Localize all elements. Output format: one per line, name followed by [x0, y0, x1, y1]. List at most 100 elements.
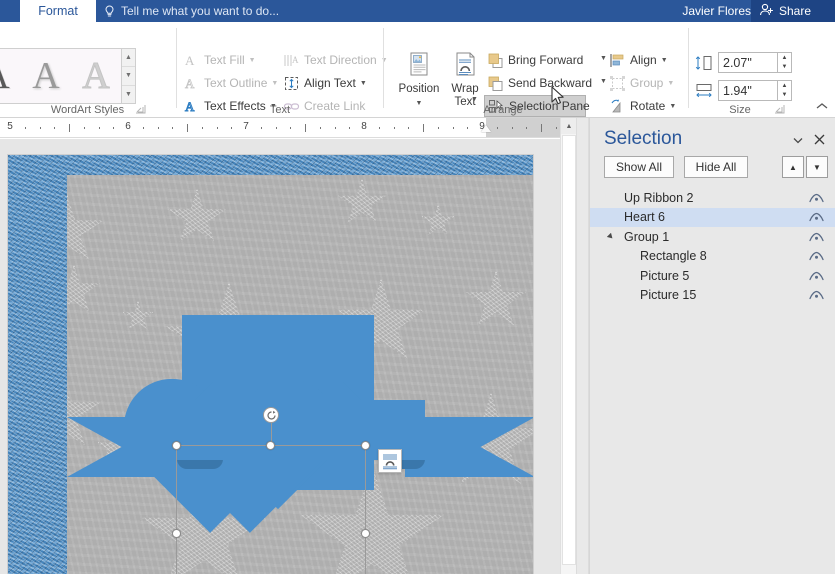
vertical-scrollbar[interactable]: ▲ [560, 118, 576, 574]
text-direction-button[interactable]: A Text Direction ▼ [280, 49, 391, 71]
visibility-eye-icon[interactable] [808, 289, 824, 301]
spinner-down-icon[interactable]: ▼ [778, 63, 791, 73]
left-indent-marker[interactable] [481, 125, 491, 132]
group-label-arrange: Arrange [388, 104, 618, 116]
align-text-button[interactable]: Align Text ▼ [280, 72, 370, 94]
wordart-dialog-launcher[interactable] [135, 104, 146, 115]
layout-options-icon[interactable] [378, 449, 402, 473]
move-down-button[interactable]: ▼ [806, 156, 828, 178]
shape-width-spinner[interactable]: ▲ ▼ [778, 80, 792, 101]
wordart-gallery-more-icon[interactable]: ▼ [122, 86, 135, 103]
ruler-number: 5 [7, 121, 13, 132]
text-outline-icon: A [183, 75, 200, 92]
chevron-down-icon: ▼ [249, 57, 256, 64]
shape-height-field[interactable]: 2.07" ▲ ▼ [694, 52, 792, 73]
expand-collapse-icon[interactable] [606, 232, 616, 242]
spinner-up-icon[interactable]: ▲ [778, 81, 791, 91]
position-button[interactable]: Position ▼ [394, 48, 444, 110]
align-button[interactable]: Align ▼ [606, 49, 671, 71]
bring-forward-button[interactable]: Bring Forward [484, 49, 586, 71]
ribbon-group-size: 2.07" ▲ ▼ 1.94" ▲ ▼ Siz [692, 22, 802, 118]
ruler-number: 8 [361, 121, 367, 132]
chevron-down-icon[interactable] [791, 133, 805, 147]
move-up-button[interactable]: ▲ [782, 156, 804, 178]
wordart-scroll-up-icon[interactable]: ▲ [122, 49, 135, 67]
user-name[interactable]: Javier Flores [682, 0, 751, 22]
collapse-ribbon-button[interactable] [815, 99, 829, 113]
document-page[interactable] [8, 155, 533, 574]
visibility-eye-icon[interactable] [808, 250, 824, 262]
selection-frame [176, 445, 366, 574]
rotate-label: Rotate [630, 99, 665, 113]
group-separator-3 [688, 28, 689, 108]
pane-splitter[interactable] [576, 118, 589, 574]
tab-format[interactable]: Format [20, 0, 96, 22]
star-decoration [337, 179, 387, 227]
document-canvas[interactable] [0, 139, 589, 574]
text-outline-button[interactable]: A Text Outline ▼ [180, 72, 281, 94]
selection-pane-item[interactable]: Picture 15 [590, 286, 835, 306]
rotate-handle[interactable] [263, 407, 279, 423]
wordart-scroll-down-icon[interactable]: ▼ [122, 67, 135, 85]
selection-pane-item[interactable]: Rectangle 8 [590, 247, 835, 267]
resize-handle-middle-left[interactable] [172, 529, 181, 538]
svg-text:A: A [292, 55, 299, 65]
selection-pane-item-label: Picture 15 [640, 288, 696, 302]
size-dialog-launcher[interactable] [774, 104, 785, 115]
align-text-icon [283, 75, 300, 92]
selection-pane-item[interactable]: Group 1 [590, 227, 835, 247]
show-all-button[interactable]: Show All [604, 156, 674, 178]
text-fill-button[interactable]: A Text Fill ▼ [180, 49, 259, 71]
spinner-up-icon[interactable]: ▲ [778, 53, 791, 63]
ruler-tick [379, 127, 380, 129]
spinner-down-icon[interactable]: ▼ [778, 91, 791, 101]
scrollbar-thumb[interactable] [562, 135, 576, 565]
resize-handle-top-left[interactable] [172, 441, 181, 450]
ruler-tick [541, 124, 542, 132]
ruler-tick [202, 127, 203, 129]
ruler-tick [231, 127, 232, 129]
tell-me-search[interactable]: Tell me what you want to do... [104, 0, 279, 22]
user-name-label: Javier Flores [682, 4, 751, 18]
resize-handle-middle-right[interactable] [361, 529, 370, 538]
chevron-down-icon: ▼ [360, 80, 367, 87]
hide-all-button[interactable]: Hide All [684, 156, 748, 178]
resize-handle-top-right[interactable] [361, 441, 370, 450]
wordart-gallery[interactable]: A A A [0, 48, 122, 104]
wordart-sample-2[interactable]: A [21, 49, 71, 103]
selection-pane-list[interactable]: Up Ribbon 2 Heart 6 Group 1 Rectangle 8 … [590, 188, 835, 305]
horizontal-ruler[interactable]: 56789 [0, 118, 589, 138]
selection-pane-item[interactable]: Heart 6 [590, 208, 835, 228]
shape-height-spinner[interactable]: ▲ ▼ [778, 52, 792, 73]
visibility-eye-icon[interactable] [808, 270, 824, 282]
visibility-eye-icon[interactable] [808, 211, 824, 223]
visibility-eye-icon[interactable] [808, 192, 824, 204]
share-button[interactable]: Share [751, 0, 835, 22]
share-label: Share [779, 4, 811, 18]
text-direction-icon: A [283, 52, 300, 69]
wordart-gallery-scroll[interactable]: ▲ ▼ ▼ [122, 48, 136, 104]
ruler-tick [408, 127, 409, 129]
shape-height-value[interactable]: 2.07" [718, 52, 778, 73]
visibility-eye-icon[interactable] [808, 231, 824, 243]
shape-width-field[interactable]: 1.94" ▲ ▼ [694, 80, 792, 101]
shape-width-value[interactable]: 1.94" [718, 80, 778, 101]
ruler-number: 6 [125, 121, 131, 132]
ruler-tick [99, 127, 100, 129]
group-separator-2 [383, 28, 384, 108]
wordart-sample-1[interactable]: A [0, 49, 21, 103]
selection-pane-item[interactable]: Up Ribbon 2 [590, 188, 835, 208]
close-icon[interactable] [811, 131, 827, 147]
group-button[interactable]: Group ▼ [606, 72, 677, 94]
resize-handle-top-center[interactable] [266, 441, 275, 450]
tell-me-text: Tell me what you want to do... [121, 4, 279, 18]
wordart-sample-3[interactable]: A [71, 49, 121, 103]
star-decoration [67, 375, 102, 453]
wrap-text-button[interactable]: Wrap Text [440, 48, 490, 110]
wrap-text-icon [450, 50, 480, 80]
ribbon-group-wordart-styles: A A A ▲ ▼ ▼ WordArt Styles [0, 22, 145, 118]
ruler-tick [217, 127, 218, 129]
selection-pane-item[interactable]: Picture 5 [590, 266, 835, 286]
send-backward-button[interactable]: Send Backward [484, 72, 595, 94]
scroll-up-arrow[interactable]: ▲ [561, 118, 577, 134]
